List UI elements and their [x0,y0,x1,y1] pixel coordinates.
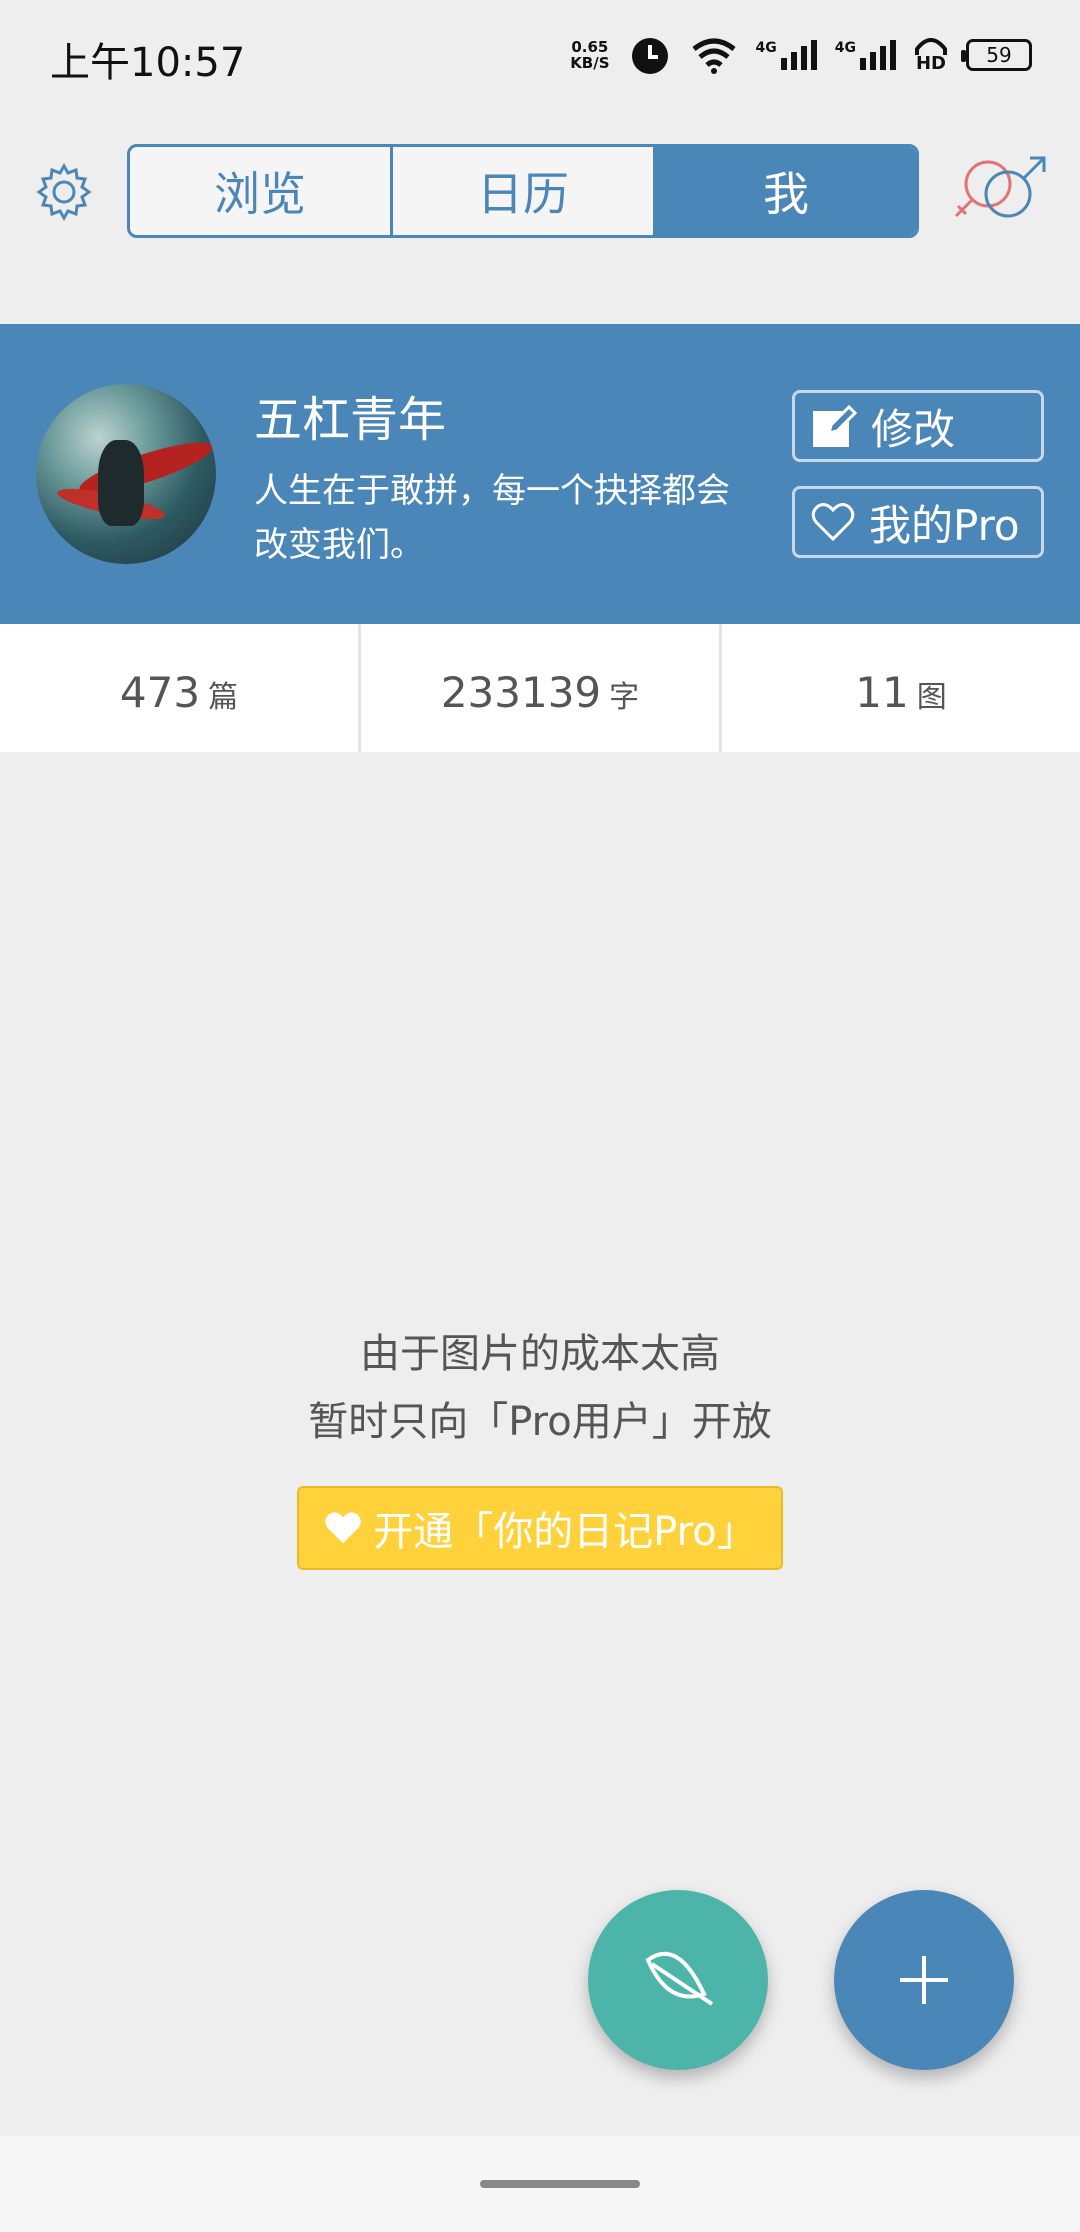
profile-bio: 人生在于敢拼，每一个抉择都会改变我们。 [254,471,730,565]
leaf-button[interactable] [588,1890,768,2070]
pro-only-message: 由于图片的成本太高 暂时只向「Pro用户」开放 [0,1320,1080,1456]
heart-icon [325,1512,362,1544]
battery-icon: 59 [961,39,1032,71]
stat-words[interactable]: 233139 字 [361,624,722,752]
add-entry-button[interactable] [834,1890,1014,2070]
home-gesture-handle[interactable] [480,2180,640,2188]
tab-me[interactable]: 我 [656,147,916,235]
status-time: 上午10:57 [50,40,246,86]
avatar[interactable] [36,384,216,564]
top-nav: 浏览 日历 我 [0,140,1080,240]
signal-4g-icon-1: 4G [756,40,817,70]
status-bar: 上午10:57 0.65 KB/S 4G 4G HD 59 [0,0,1080,108]
gender-icon[interactable] [950,154,1050,232]
alarm-icon [631,38,668,74]
tab-calendar[interactable]: 日历 [393,147,656,235]
system-nav-bar [0,2136,1080,2232]
edit-label: 修改 [871,404,956,454]
my-pro-label: 我的Pro [869,500,1020,550]
profile-name: 五杠青年 [254,392,447,448]
network-speed: 0.65 KB/S [570,38,610,72]
upgrade-pro-label: 开通「你的日记Pro」 [373,1509,757,1555]
tab-browse[interactable]: 浏览 [130,147,393,235]
edit-profile-button[interactable]: 修改 [792,390,1044,462]
stat-images[interactable]: 11 图 [722,624,1080,752]
view-tabs: 浏览 日历 我 [127,144,919,238]
leaf-icon [645,1951,714,2006]
message-line-1: 由于图片的成本太高 [360,1331,720,1377]
profile-banner: 五杠青年 人生在于敢拼，每一个抉择都会改变我们。 修改 我的Pro [0,324,1080,624]
message-line-2: 暂时只向「Pro用户」开放 [308,1399,772,1445]
signal-4g-icon-2: 4G [835,40,896,70]
gear-icon[interactable] [34,162,94,222]
stats-row: 473 篇 233139 字 11 图 [0,624,1080,752]
my-pro-button[interactable]: 我的Pro [792,486,1044,558]
plus-icon [900,1956,948,2004]
upgrade-pro-button[interactable]: 开通「你的日记Pro」 [297,1486,783,1570]
hd-headphone-icon: HD [914,37,948,73]
edit-icon [813,404,857,447]
status-icons: 0.65 KB/S 4G 4G HD 59 [570,30,1032,80]
stat-entries[interactable]: 473 篇 [0,624,361,752]
heart-outline-icon [811,503,855,542]
wifi-icon [691,38,736,74]
